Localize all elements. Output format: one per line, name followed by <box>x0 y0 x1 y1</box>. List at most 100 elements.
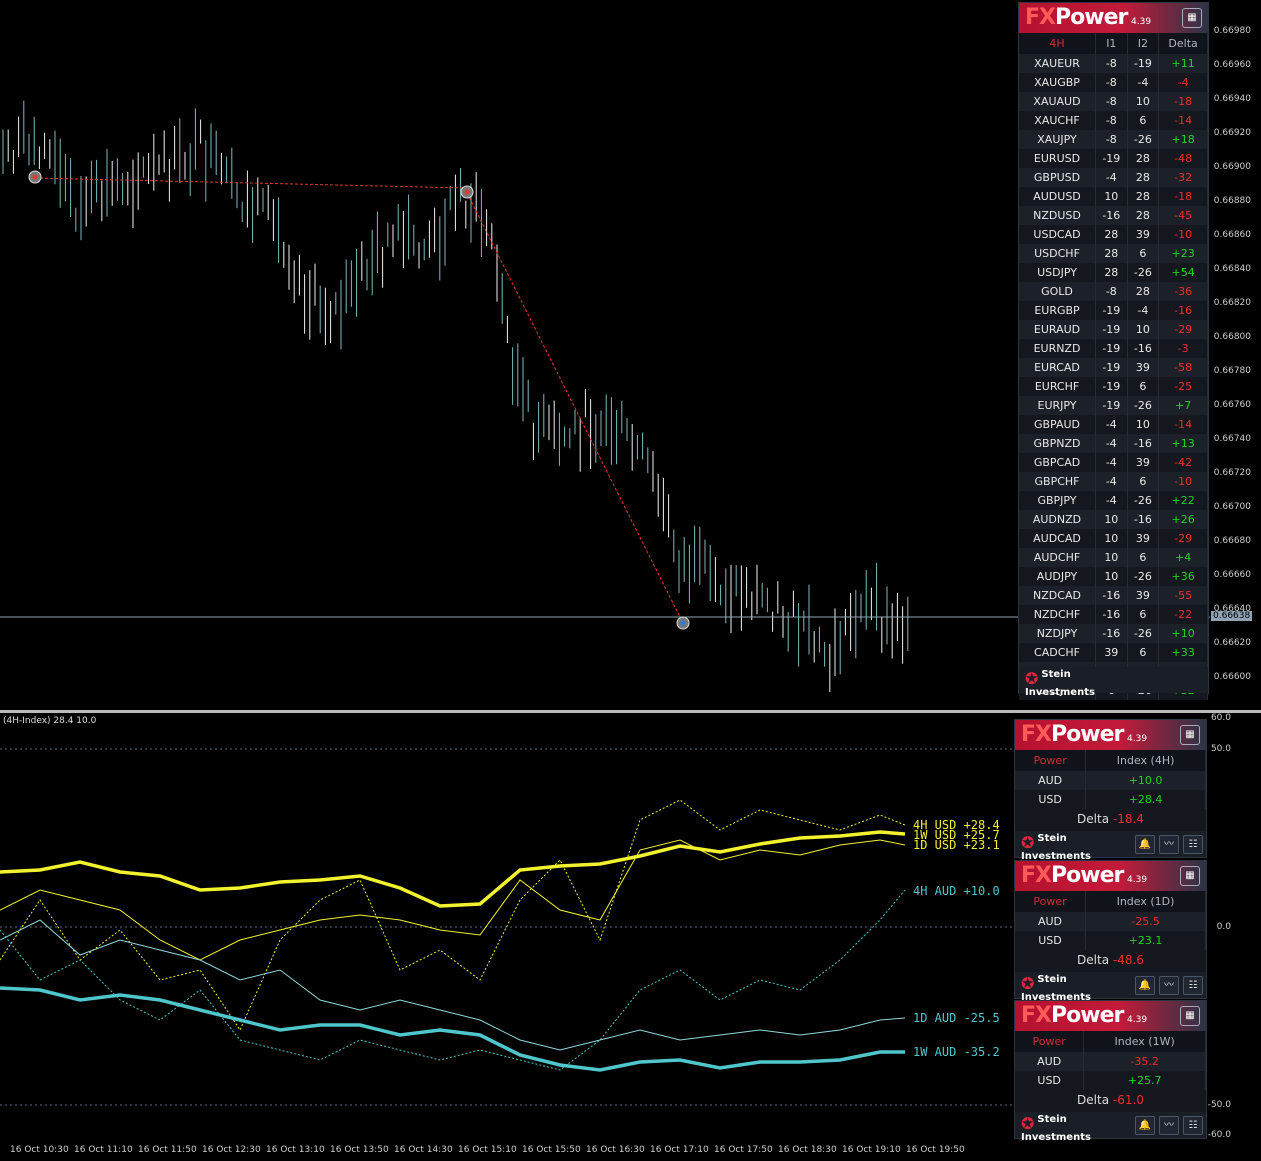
index-1: -19 <box>1095 149 1128 168</box>
table-row[interactable]: USDCAD 28 39 -10 <box>1019 225 1208 244</box>
col-index[interactable]: Index (1D) <box>1085 891 1206 912</box>
time-tick: 16 Oct 17:10 <box>650 1145 709 1155</box>
table-row[interactable]: AUDCHF 10 6 +4 <box>1019 548 1208 567</box>
delta-row: Delta -61.0 <box>1077 1093 1144 1107</box>
menu-icon[interactable]: ▦ <box>1180 866 1200 886</box>
delta-value: -29 <box>1158 529 1208 548</box>
series-1d-usd <box>0 839 906 961</box>
bell-icon[interactable]: 🔔 <box>1135 835 1155 854</box>
index-1: -16 <box>1095 586 1128 605</box>
index-2: -26 <box>1127 491 1160 510</box>
delta-value: +7 <box>1158 396 1208 415</box>
fxpower-index-panel[interactable]: FXPower 4.39 ▦ Power Index (4H) AUD +10.0 USD +2… <box>1014 719 1207 862</box>
grid-icon[interactable]: ☷ <box>1183 835 1203 854</box>
table-row[interactable]: XAUJPY -8 -26 +18 <box>1019 130 1208 149</box>
table-row[interactable]: AUDUSD 10 28 -18 <box>1019 187 1208 206</box>
table-row[interactable]: XAUEUR -8 -19 +11 <box>1019 54 1208 73</box>
index-1: 10 <box>1095 187 1128 206</box>
panel-header[interactable]: FXPower 4.39 ▦ <box>1015 720 1206 750</box>
table-row[interactable]: NZDUSD -16 28 -45 <box>1019 206 1208 225</box>
table-row[interactable]: EURUSD -19 28 -48 <box>1019 149 1208 168</box>
pair-symbol: GBPJPY <box>1019 491 1097 510</box>
chart-icon[interactable]: 〰 <box>1159 835 1179 854</box>
table-row[interactable]: XAUGBP -8 -4 -4 <box>1019 73 1208 92</box>
panel-header[interactable]: FXPower 4.39 ▦ <box>1019 3 1208 33</box>
currency-aud: AUD <box>1015 912 1087 931</box>
table-row[interactable]: EURJPY -19 -26 +7 <box>1019 396 1208 415</box>
index-2: 39 <box>1127 358 1160 377</box>
chart-icon[interactable]: 〰 <box>1159 976 1179 995</box>
tab-4h[interactable]: 4H <box>1019 33 1097 54</box>
table-row[interactable]: GOLD -8 28 -36 <box>1019 282 1208 301</box>
usd-value: +28.4 <box>1085 790 1206 809</box>
table-row[interactable]: AUDJPY 10 -26 +36 <box>1019 567 1208 586</box>
stein-logo: ✪ Stein Investments <box>1021 1114 1091 1143</box>
table-row[interactable]: EURNZD -19 -16 -3 <box>1019 339 1208 358</box>
table-row[interactable]: USDJPY 28 -26 +54 <box>1019 263 1208 282</box>
series-4h-aud <box>0 889 906 1071</box>
delta-value: -55 <box>1158 586 1208 605</box>
table-row[interactable]: EURAUD -19 10 -29 <box>1019 320 1208 339</box>
series-1w-aud <box>0 986 905 1072</box>
bell-icon[interactable]: 🔔 <box>1135 1116 1155 1135</box>
pair-symbol: USDJPY <box>1019 263 1097 282</box>
table-row[interactable]: AUDNZD 10 -16 +26 <box>1019 510 1208 529</box>
time-tick: 16 Oct 11:10 <box>74 1145 133 1155</box>
stein-logo: ✪ Stein Investments <box>1025 669 1095 698</box>
index-1: -8 <box>1095 73 1128 92</box>
index-tick: 60.0 <box>1210 713 1231 723</box>
col-index[interactable]: Index (1W) <box>1083 1031 1206 1052</box>
index-2: 10 <box>1127 415 1160 434</box>
grid-icon[interactable]: ☷ <box>1183 1116 1203 1135</box>
series-4h-usd <box>0 830 906 908</box>
fxpower-pairs-panel[interactable]: FXPower 4.39 ▦ 4H I1 I2 Delta XAUEUR -8 -1… <box>1018 2 1209 700</box>
col-power: Power <box>1015 750 1087 771</box>
panel-header[interactable]: FXPower 4.39 ▦ <box>1015 1001 1206 1031</box>
index-1: -19 <box>1095 339 1128 358</box>
panel-header[interactable]: FXPower 4.39 ▦ <box>1015 861 1206 891</box>
menu-icon[interactable]: ▦ <box>1182 8 1202 28</box>
table-row[interactable]: NZDCAD -16 39 -55 <box>1019 586 1208 605</box>
table-row[interactable]: EURCHF -19 6 -25 <box>1019 377 1208 396</box>
grid-icon[interactable]: ☷ <box>1183 976 1203 995</box>
currency-usd: USD <box>1015 790 1087 809</box>
chart-icon[interactable]: 〰 <box>1159 1116 1179 1135</box>
pair-symbol: EURNZD <box>1019 339 1097 358</box>
table-row[interactable]: USDCHF 28 6 +23 <box>1019 244 1208 263</box>
bell-icon[interactable]: 🔔 <box>1135 976 1155 995</box>
fxpower-index-panel[interactable]: FXPower 4.39 ▦ Power Index (1D) AUD -25.5 USD +2… <box>1014 860 1207 1003</box>
col-i2: I2 <box>1127 33 1160 54</box>
table-row[interactable]: GBPJPY -4 -26 +22 <box>1019 491 1208 510</box>
time-tick: 16 Oct 12:30 <box>202 1145 261 1155</box>
index-1: 10 <box>1095 567 1128 586</box>
index-2: 28 <box>1127 187 1160 206</box>
index-1: 39 <box>1095 643 1128 662</box>
menu-icon[interactable]: ▦ <box>1180 1006 1200 1026</box>
pair-symbol: USDCHF <box>1019 244 1097 263</box>
fxpower-index-panel[interactable]: FXPower 4.39 ▦ Power Index (1W) AUD -35.2 USD +2… <box>1014 1000 1207 1143</box>
panel-footer: ✪ Stein Investments 🔔 〰 ☷ <box>1015 1112 1206 1143</box>
table-row[interactable]: GBPNZD -4 -16 +13 <box>1019 434 1208 453</box>
trade-line-2 <box>466 192 684 624</box>
table-row[interactable]: CADCHF 39 6 +33 <box>1019 643 1208 662</box>
table-row[interactable]: XAUCHF -8 6 -14 <box>1019 111 1208 130</box>
index-2: -26 <box>1127 396 1160 415</box>
price-tick: 0.66800 <box>1213 332 1251 342</box>
table-row[interactable]: XAUAUD -8 10 -18 <box>1019 92 1208 111</box>
table-row[interactable]: GBPAUD -4 10 -14 <box>1019 415 1208 434</box>
table-row[interactable]: GBPUSD -4 28 -32 <box>1019 168 1208 187</box>
index-1: -8 <box>1095 111 1128 130</box>
table-row[interactable]: GBPCHF -4 6 -10 <box>1019 472 1208 491</box>
delta-row: Delta -48.6 <box>1077 953 1144 967</box>
menu-icon[interactable]: ▦ <box>1180 725 1200 745</box>
table-row[interactable]: NZDCHF -16 6 -22 <box>1019 605 1208 624</box>
table-row[interactable]: EURCAD -19 39 -58 <box>1019 358 1208 377</box>
time-tick: 16 Oct 13:10 <box>266 1145 325 1155</box>
current-price-tag: 0.66638 <box>1211 611 1253 621</box>
table-row[interactable]: GBPCAD -4 39 -42 <box>1019 453 1208 472</box>
index-2: 6 <box>1127 605 1160 624</box>
table-row[interactable]: EURGBP -19 -4 -16 <box>1019 301 1208 320</box>
table-row[interactable]: AUDCAD 10 39 -29 <box>1019 529 1208 548</box>
table-row[interactable]: NZDJPY -16 -26 +10 <box>1019 624 1208 643</box>
col-index[interactable]: Index (4H) <box>1085 750 1206 771</box>
